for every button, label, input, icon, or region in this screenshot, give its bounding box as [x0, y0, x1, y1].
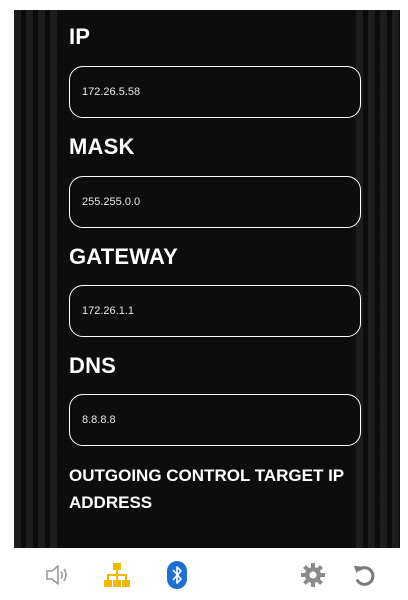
gateway-value: 172.26.1.1: [82, 305, 134, 317]
outgoing-control-title: OUTGOING CONTROL TARGET IP ADDRESS: [69, 466, 344, 512]
dns-value: 8.8.8.8: [82, 414, 116, 426]
undo-icon[interactable]: [352, 562, 378, 588]
network-icon[interactable]: [104, 562, 130, 588]
speaker-icon[interactable]: [44, 562, 70, 588]
mask-input[interactable]: 255.255.0.0: [69, 176, 361, 228]
ip-label: IP: [69, 24, 91, 49]
dns-input[interactable]: 8.8.8.8: [69, 394, 361, 446]
dns-label: DNS: [69, 353, 117, 378]
bluetooth-icon[interactable]: [164, 561, 190, 589]
left-dot-pattern: [14, 10, 62, 548]
mask-value: 255.255.0.0: [82, 196, 141, 208]
bottom-toolbar: [0, 548, 408, 600]
gateway-input[interactable]: 172.26.1.1: [69, 285, 361, 337]
gateway-label: GATEWAY: [69, 244, 178, 269]
ip-input[interactable]: 172.26.5.58: [69, 66, 361, 118]
gear-icon[interactable]: [300, 562, 326, 588]
network-settings-screen: IP 172.26.5.58 MASK 255.255.0.0 GATEWAY …: [14, 10, 400, 548]
mask-label: MASK: [69, 134, 135, 159]
ip-value: 172.26.5.58: [82, 86, 141, 98]
